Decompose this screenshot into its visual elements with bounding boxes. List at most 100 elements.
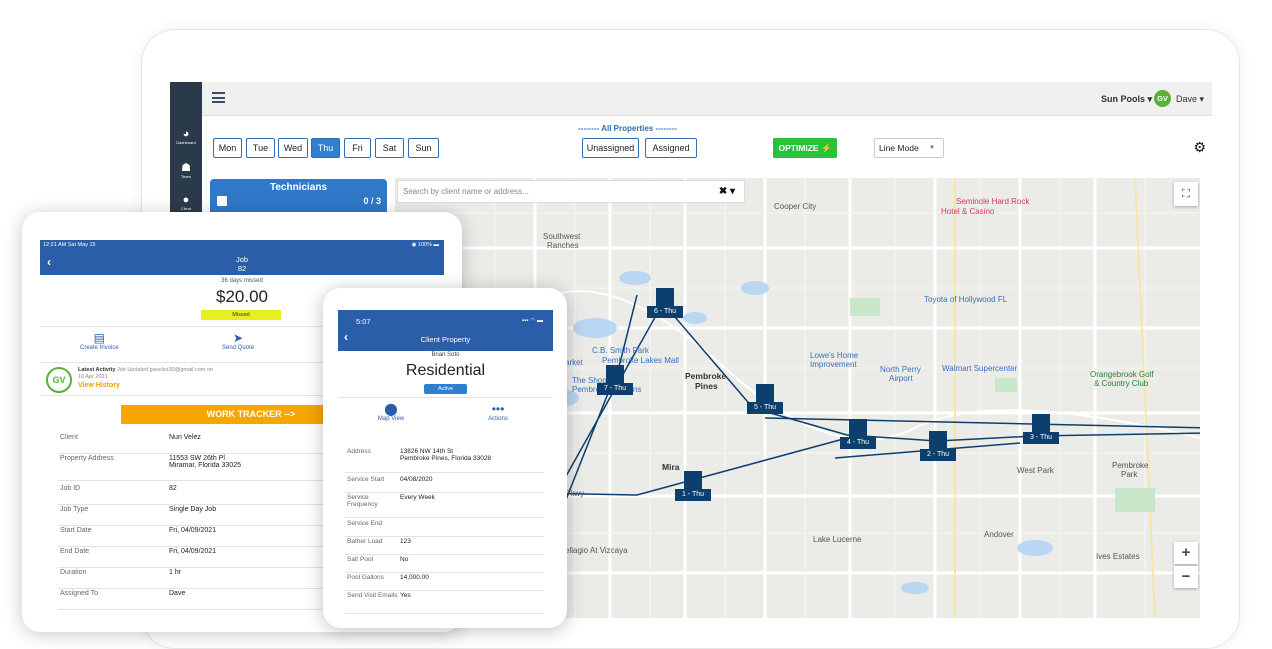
gear-icon[interactable]: ⚙	[1193, 139, 1206, 156]
sidebar-item-label: Dashboard	[176, 140, 196, 145]
pin-label: 2 - Thu	[920, 449, 956, 461]
detail-value: Every Week	[400, 494, 435, 501]
send-quote-button[interactable]: ➤ Send Quote	[222, 331, 254, 351]
detail-key: Property Address	[60, 455, 114, 462]
route-pin-4[interactable]: 4 - Thu	[840, 419, 876, 449]
activity-line: Latest Activity Job Updated gavelez30@gm…	[78, 367, 213, 373]
map-label: Ranches	[547, 241, 579, 250]
line-mode-value: Line Mode	[879, 143, 919, 153]
invoice-icon: ▤	[93, 331, 106, 345]
detail-key: Pool Gallons	[347, 574, 384, 581]
sidebar-item-dashboard[interactable]: ◕ Dashboard	[170, 128, 202, 145]
detail-value: 11553 SW 26th Pl Miramar, Florida 33025	[169, 455, 241, 469]
map-label: Lake Lucerne	[813, 535, 862, 544]
pin-label: 3 - Thu	[1023, 432, 1059, 444]
route-pin-3[interactable]: 3 - Thu	[1023, 414, 1059, 444]
detail-value: Fri, 04/09/2021	[169, 527, 217, 534]
detail-key: Service Start	[347, 476, 385, 483]
zoom-in-button[interactable]: +	[1174, 542, 1198, 564]
all-properties-label: -------- All Properties --------	[578, 124, 677, 133]
route-pin-7[interactable]: 7 - Thu	[597, 365, 633, 395]
map-pin-icon: ⬤	[384, 402, 398, 416]
route-pin-2[interactable]: 2 - Thu	[920, 431, 956, 461]
missed-days: 36 days missed	[221, 278, 263, 284]
optimize-button[interactable]: OPTIMIZE ⚡	[773, 138, 837, 158]
house-icon	[1032, 414, 1050, 432]
status-bar: 12:21 AM Sat May 15 ◉ 100% ▬	[40, 240, 444, 251]
map-label: Pines	[695, 381, 718, 391]
map-label: Toyota of Hollywood FL	[924, 295, 1008, 304]
map-label: Park	[1121, 470, 1138, 479]
select-all-checkbox[interactable]	[217, 196, 227, 206]
map-search-input[interactable]: Search by client name or address... ✖ ▾	[397, 180, 745, 203]
activity-label: Latest Activity	[78, 367, 116, 373]
phone-property-screen: 5:07 ▪▪▪ ◠ ▬ ‹ Client Property Brian Sot…	[323, 288, 567, 628]
map-label: arket	[565, 358, 583, 367]
user-dropdown[interactable]: Dave ▾	[1176, 94, 1204, 105]
map-label: Andover	[984, 530, 1014, 539]
battery-indicator: ◉ 100% ▬	[411, 242, 439, 248]
actions-label: Actions	[488, 416, 508, 422]
map-label: Cooper City	[774, 202, 817, 211]
back-icon[interactable]: ‹	[47, 255, 51, 269]
detail-row: Bather Load 123	[345, 538, 544, 555]
detail-value: 14,000.00	[400, 574, 429, 581]
pin-label: 4 - Thu	[840, 437, 876, 449]
map-label: Southwest	[543, 232, 581, 241]
day-button-thu[interactable]: Thu	[311, 138, 340, 158]
fullscreen-icon[interactable]: ⛶	[1174, 182, 1198, 206]
view-history-link[interactable]: View History	[78, 382, 120, 389]
company-dropdown[interactable]: Sun Pools ▾	[1101, 94, 1152, 105]
signal-wifi-battery-icon: ▪▪▪ ◠ ▬	[522, 318, 543, 324]
day-button-tue[interactable]: Tue	[246, 138, 275, 158]
hamburger-menu-icon[interactable]	[212, 92, 225, 103]
address-line-1: 11553 SW 26th Pl	[169, 455, 225, 462]
detail-value: 82	[169, 485, 177, 492]
day-button-sat[interactable]: Sat	[375, 138, 404, 158]
line-mode-select[interactable]: Line Mode ▼	[874, 138, 944, 158]
map-label: Pkwy	[565, 489, 585, 498]
sidebar-item-client[interactable]: ● Client	[170, 194, 202, 211]
pin-label: 6 - Thu	[647, 306, 683, 318]
route-pin-1[interactable]: 1 - Thu	[675, 471, 711, 501]
building-icon	[656, 288, 674, 306]
unassigned-button[interactable]: Unassigned	[582, 138, 639, 158]
map-label: North Perry	[880, 365, 921, 374]
detail-value: Yes	[400, 592, 411, 599]
map-view-button[interactable]: ⬤ Map View	[361, 402, 421, 422]
day-button-wed[interactable]: Wed	[278, 138, 308, 158]
address-line-2: Pembroke Pines, Florida 33028	[400, 455, 492, 462]
pin-label: 1 - Thu	[675, 489, 711, 501]
pin-label: 5 - Thu	[747, 402, 783, 414]
map-label: Pembroke Lakes Mall	[602, 356, 679, 365]
detail-value: No	[400, 556, 409, 563]
search-placeholder: Search by client name or address...	[403, 187, 529, 196]
address-line-1: 13826 NW 14th St	[400, 448, 454, 455]
zoom-out-button[interactable]: −	[1174, 566, 1198, 588]
create-invoice-button[interactable]: ▤ Create Invoice	[80, 331, 119, 351]
map-label: Orangebrook Golf	[1090, 370, 1154, 379]
actions-button[interactable]: ••• Actions	[468, 402, 528, 422]
detail-value: 1 hr	[169, 569, 182, 576]
detail-key: Job Type	[60, 506, 89, 513]
address-line-2: Miramar, Florida 33025	[169, 462, 241, 469]
day-button-sun[interactable]: Sun	[408, 138, 439, 158]
clear-icon[interactable]: ✖ ▾	[719, 181, 735, 202]
map-label: Airport	[889, 374, 913, 383]
detail-value: Fri, 04/09/2021	[169, 548, 217, 555]
detail-row: Send Visit Emails Yes	[345, 592, 544, 614]
day-button-fri[interactable]: Fri	[344, 138, 371, 158]
assigned-button[interactable]: Assigned	[645, 138, 697, 158]
route-pin-5[interactable]: 5 - Thu	[747, 384, 783, 414]
house-icon	[929, 431, 947, 449]
map-label: C.B. Smith Park	[592, 346, 649, 355]
avatar[interactable]: GV	[1154, 90, 1171, 107]
sidebar-item-team[interactable]: ☗ Team	[170, 162, 202, 179]
day-button-mon[interactable]: Mon	[213, 138, 242, 158]
detail-row: Service Start 04/08/2020	[345, 476, 544, 493]
map-label: West Park	[1017, 466, 1054, 475]
more-icon: •••	[491, 402, 505, 416]
detail-key: Send Visit Emails	[347, 592, 398, 599]
route-pin-6[interactable]: 6 - Thu	[647, 288, 683, 318]
detail-key: Bather Load	[347, 538, 383, 545]
